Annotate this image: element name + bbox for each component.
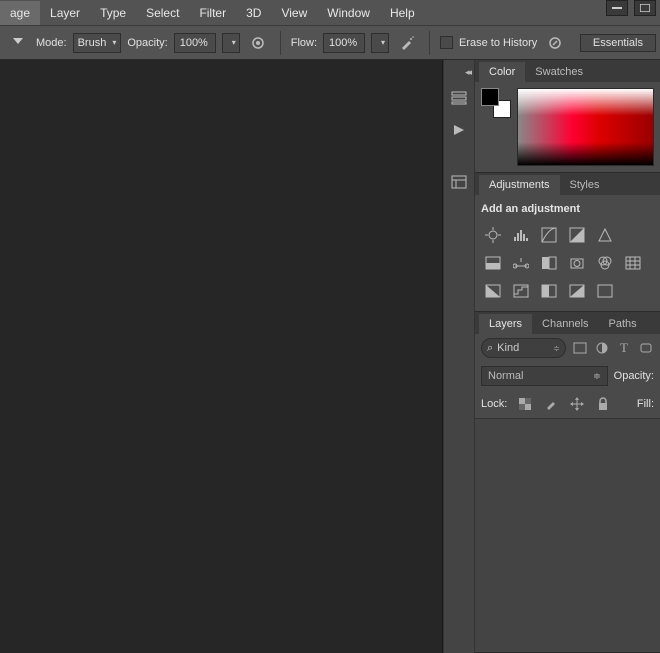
options-bar: Mode: Brush▾ Opacity: 100% ▾ Flow: 100% … [0, 26, 660, 60]
menu-type[interactable]: Type [90, 1, 136, 25]
menu-bar: age Layer Type Select Filter 3D View Win… [0, 0, 660, 26]
divider [429, 31, 430, 55]
menu-select[interactable]: Select [136, 1, 189, 25]
foreground-color-swatch[interactable] [481, 88, 499, 106]
tab-paths[interactable]: Paths [599, 314, 647, 334]
photo-filter-icon[interactable] [567, 253, 587, 273]
tool-preset-picker[interactable] [6, 31, 30, 55]
flow-stepper[interactable]: ▾ [371, 33, 389, 53]
pressure-opacity-icon[interactable] [246, 31, 270, 55]
menu-view[interactable]: View [271, 1, 317, 25]
flow-value: 100% [329, 37, 357, 49]
mode-dropdown[interactable]: Brush ▾ [73, 33, 122, 53]
lock-position-icon[interactable] [569, 396, 585, 412]
chevron-down-icon: ≑ [553, 344, 560, 353]
filter-pixel-icon[interactable] [572, 340, 588, 356]
menu-3d[interactable]: 3D [236, 1, 271, 25]
canvas-area[interactable] [0, 60, 443, 653]
menu-image[interactable]: age [0, 1, 40, 25]
selective-color-icon[interactable] [595, 281, 615, 301]
invert-icon[interactable] [483, 281, 503, 301]
foreground-background-swatch[interactable] [481, 88, 511, 118]
hue-saturation-icon[interactable] [483, 253, 503, 273]
adjustments-panel: Add an adjustment [475, 195, 660, 312]
opacity-value: 100% [180, 37, 208, 49]
chevron-down-icon: ≑ [593, 371, 601, 382]
brightness-contrast-icon[interactable] [483, 225, 503, 245]
kind-label: Kind [497, 342, 519, 354]
erase-history-label: Erase to History [459, 37, 537, 49]
opacity-field[interactable]: 100% [174, 33, 216, 53]
window-maximize-button[interactable] [634, 0, 656, 16]
blend-mode-dropdown[interactable]: Normal ≑ [481, 366, 608, 386]
lock-label: Lock: [481, 398, 507, 410]
flow-label: Flow: [291, 37, 317, 49]
exposure-icon[interactable] [567, 225, 587, 245]
menu-layer[interactable]: Layer [40, 1, 90, 25]
blend-mode-value: Normal [488, 370, 523, 382]
opacity-stepper[interactable]: ▾ [222, 33, 240, 53]
filter-type-icon[interactable]: T [616, 340, 632, 356]
tab-color[interactable]: Color [479, 62, 525, 82]
gradient-map-icon[interactable] [567, 281, 587, 301]
filter-adjustment-icon[interactable] [594, 340, 610, 356]
pressure-size-icon[interactable] [543, 31, 567, 55]
lock-pixels-icon[interactable] [543, 396, 559, 412]
posterize-icon[interactable] [511, 281, 531, 301]
black-white-icon[interactable] [539, 253, 559, 273]
properties-panel-icon[interactable] [447, 170, 471, 194]
actions-panel-icon[interactable] [447, 118, 471, 142]
layer-opacity-label: Opacity: [614, 370, 654, 382]
airbrush-icon[interactable] [395, 31, 419, 55]
curves-icon[interactable] [539, 225, 559, 245]
chevron-down-icon: ▾ [232, 38, 236, 47]
color-balance-icon[interactable] [511, 253, 531, 273]
menu-window[interactable]: Window [317, 1, 380, 25]
tab-layers[interactable]: Layers [479, 314, 532, 334]
collapsed-panel-strip: ◂◂ [443, 60, 475, 653]
vibrance-icon[interactable] [595, 225, 615, 245]
channel-mixer-icon[interactable] [595, 253, 615, 273]
color-spectrum[interactable] [517, 88, 654, 166]
menu-help[interactable]: Help [380, 1, 425, 25]
color-lookup-icon[interactable] [623, 253, 643, 273]
window-minimize-button[interactable] [606, 0, 628, 16]
mode-value: Brush [78, 37, 107, 49]
history-panel-icon[interactable] [447, 86, 471, 110]
lock-transparency-icon[interactable] [517, 396, 533, 412]
divider [280, 31, 281, 55]
opacity-label: Opacity: [127, 37, 167, 49]
flow-field[interactable]: 100% [323, 33, 365, 53]
panels-area: Color Swatches Adjustments Styles Add an… [475, 60, 660, 653]
erase-history-checkbox[interactable] [440, 36, 453, 49]
color-panel [475, 82, 660, 173]
mode-label: Mode: [36, 37, 67, 49]
fill-label: Fill: [637, 398, 654, 410]
layers-panel: ⌕ Kind ≑ T Normal ≑ Opacity: Lock: Fill: [475, 334, 660, 653]
workspace-switcher[interactable]: Essentials [580, 34, 656, 52]
search-icon: ⌕ [487, 342, 493, 355]
chevron-down-icon: ▾ [381, 38, 385, 47]
threshold-icon[interactable] [539, 281, 559, 301]
tab-swatches[interactable]: Swatches [525, 62, 593, 82]
filter-shape-icon[interactable] [638, 340, 654, 356]
add-adjustment-label: Add an adjustment [477, 199, 658, 223]
layer-filter-kind[interactable]: ⌕ Kind ≑ [481, 338, 566, 358]
tab-styles[interactable]: Styles [560, 175, 610, 195]
tab-adjustments[interactable]: Adjustments [479, 175, 560, 195]
lock-all-icon[interactable] [595, 396, 611, 412]
menu-filter[interactable]: Filter [189, 1, 236, 25]
levels-icon[interactable] [511, 225, 531, 245]
layers-list[interactable] [475, 419, 660, 652]
chevron-down-icon: ▾ [112, 38, 116, 47]
collapse-arrow-icon[interactable]: ◂◂ [444, 66, 474, 78]
tab-channels[interactable]: Channels [532, 314, 598, 334]
